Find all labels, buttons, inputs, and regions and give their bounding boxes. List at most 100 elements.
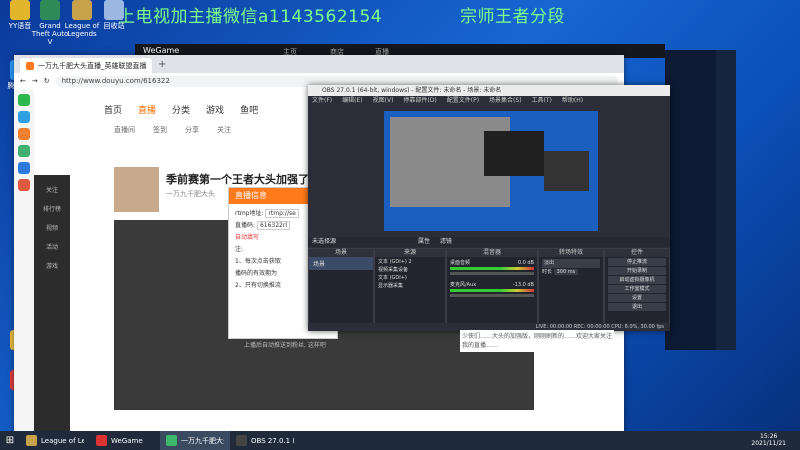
sources-title: 来源 [375, 249, 445, 257]
wegame-title: WeGame [143, 46, 180, 55]
obs-menubar: 文件(F) 编辑(E) 视图(V) 停靠部件(D) 配置文件(P) 场景集合(S… [308, 96, 670, 106]
obs-title: OBS 27.0.1 (64-bit, windows) - 配置文件: 未命名… [308, 85, 670, 96]
browser-tab[interactable]: 一万九千肥大头直播_英雄联盟直播 [20, 58, 152, 73]
room-title: 季前赛第一个王者大头加强了 [166, 173, 309, 186]
side-games[interactable]: 游戏 [34, 261, 70, 270]
menu-docks[interactable]: 停靠部件(D) [403, 96, 436, 106]
nav-live[interactable]: 直播 [138, 103, 156, 116]
track-desktop-db: 0.0 dB [517, 260, 534, 266]
stat-follow[interactable]: 关注 [217, 125, 231, 135]
transitions-dock: 转场特效 淡出 时长 300 ms [538, 248, 604, 324]
room-streamer-name: 一万九千肥大头 [166, 190, 215, 198]
side-video[interactable]: 视频 [34, 223, 70, 232]
menu-file[interactable]: 文件(F) [312, 96, 332, 106]
chat-panel-edge [716, 50, 736, 350]
stat-share[interactable]: 分享 [185, 125, 199, 135]
overlay-wechat-text: 上电视加主播微信a1143562154 [118, 7, 383, 27]
desktop-icon[interactable]: 回收站 [94, 0, 134, 30]
sidebar-app-icon[interactable] [18, 128, 30, 140]
taskbar: ⊞ League of Legends WeGame 一万九千肥大头直... OBS … [0, 431, 800, 450]
forward-icon[interactable]: → [32, 77, 38, 85]
side-activity[interactable]: 活动 [34, 242, 70, 251]
code-field[interactable]: 616322rl [256, 221, 290, 230]
track-mic-db: -13.0 dB [512, 282, 534, 288]
taskbar-item[interactable]: League of Legends [20, 431, 90, 450]
duration-input[interactable]: 300 ms [553, 269, 579, 275]
chat-panel [665, 50, 720, 350]
nav-games[interactable]: 游戏 [206, 103, 224, 116]
side-rank[interactable]: 排行榜 [34, 204, 70, 213]
start-icon[interactable]: ⊞ [0, 435, 20, 446]
menu-scene-collection[interactable]: 场景集合(S) [489, 96, 522, 106]
mic-volume-slider[interactable] [450, 294, 534, 297]
duration-label: 时长 [542, 269, 553, 275]
menu-edit[interactable]: 编辑(E) [342, 96, 362, 106]
menu-profile[interactable]: 配置文件(P) [447, 96, 479, 106]
refresh-icon[interactable]: ↻ [44, 77, 50, 85]
filters-button[interactable]: 滤镜 [440, 238, 452, 245]
desktop-volume-slider[interactable] [450, 272, 534, 275]
source-item[interactable]: 文本 (GDI+) [378, 274, 442, 282]
properties-button[interactable]: 属性 [418, 238, 430, 245]
taskbar-app-icon [96, 435, 107, 446]
streamer-avatar[interactable] [114, 167, 159, 212]
app-icon [10, 0, 30, 20]
scene-item[interactable]: 场景 [309, 257, 373, 270]
taskbar-item-label: OBS 27.0.1 (64-bi... [251, 436, 294, 445]
stat-signin[interactable]: 签到 [153, 125, 167, 135]
stop-streaming-button[interactable]: 停止推流 [608, 258, 666, 266]
taskbar-item[interactable]: 一万九千肥大头直... [160, 431, 230, 450]
nav-home[interactable]: 首页 [104, 103, 122, 116]
side-follow[interactable]: 关注 [34, 185, 70, 194]
nav-category[interactable]: 分类 [172, 103, 190, 116]
preview-obs-capture [484, 131, 544, 176]
transitions-title: 转场特效 [539, 249, 603, 257]
menu-tools[interactable]: 工具(T) [532, 96, 552, 106]
taskbar-item-label: League of Legends [41, 436, 84, 445]
nav-fishbar[interactable]: 鱼吧 [240, 103, 258, 116]
browser-tab-title: 一万九千肥大头直播_英雄联盟直播 [37, 61, 146, 70]
controls-title: 控件 [605, 249, 669, 257]
preview-window-capture [544, 151, 589, 191]
desktop-icon-label: 回收站 [103, 22, 125, 30]
settings-button[interactable]: 设置 [608, 294, 666, 302]
taskbar-items: League of Legends WeGame 一万九千肥大头直... OBS 27… [20, 431, 300, 450]
obs-source-bar: 未选择源 属性 滤镜 [308, 237, 670, 247]
track-mic-name: 麦克风/Aux [450, 282, 477, 288]
virtual-camera-button[interactable]: 启动虚拟摄像机 [608, 276, 666, 284]
source-item[interactable]: 文本 (GDI+) 2 [378, 258, 442, 266]
desktop-meter [450, 267, 534, 270]
douyu-side-menu: 关注 排行榜 视频 活动 游戏 [34, 175, 70, 436]
sidebar-app-icon[interactable] [18, 111, 30, 123]
studio-mode-button[interactable]: 工作室模式 [608, 285, 666, 293]
obs-preview[interactable] [384, 111, 598, 231]
chat-message: 少侠们……大头的加强版，刚刚刷新的……欢迎大家关注我的直播…… [460, 330, 614, 352]
scenes-title: 场景 [309, 249, 373, 257]
clock[interactable]: 15:26 2021/11/21 [751, 433, 786, 447]
room-stats: 直播间 签到 分享 关注 [114, 125, 231, 135]
back-icon[interactable]: ← [20, 77, 26, 85]
sidebar-app-icon[interactable] [18, 179, 30, 191]
sidebar-app-icon[interactable] [18, 94, 30, 106]
transition-select[interactable]: 淡出 [542, 259, 600, 268]
start-recording-button[interactable]: 开始录制 [608, 267, 666, 275]
rtmp-field[interactable]: rtmp://se [265, 209, 299, 218]
clock-time: 15:26 [760, 433, 778, 440]
menu-help[interactable]: 帮助(H) [562, 96, 583, 106]
taskbar-item[interactable]: OBS 27.0.1 (64-bi... [230, 431, 300, 450]
mixer-title: 混音器 [447, 249, 537, 257]
taskbar-item-label: 一万九千肥大头直... [181, 436, 224, 445]
mic-meter [450, 289, 534, 292]
new-tab-icon[interactable]: + [158, 59, 166, 70]
sidebar-app-icon[interactable] [18, 145, 30, 157]
source-item[interactable]: 视频采集设备 [378, 266, 442, 274]
source-item[interactable]: 显示器采集 [378, 282, 442, 290]
stat-room: 直播间 [114, 126, 135, 134]
taskbar-item-label: WeGame [111, 436, 143, 445]
taskbar-app-icon [236, 435, 247, 446]
no-source-label: 未选择源 [312, 238, 337, 245]
exit-button[interactable]: 退出 [608, 303, 666, 311]
menu-view[interactable]: 视图(V) [373, 96, 394, 106]
sidebar-app-icon[interactable] [18, 162, 30, 174]
taskbar-item[interactable]: WeGame [90, 431, 160, 450]
